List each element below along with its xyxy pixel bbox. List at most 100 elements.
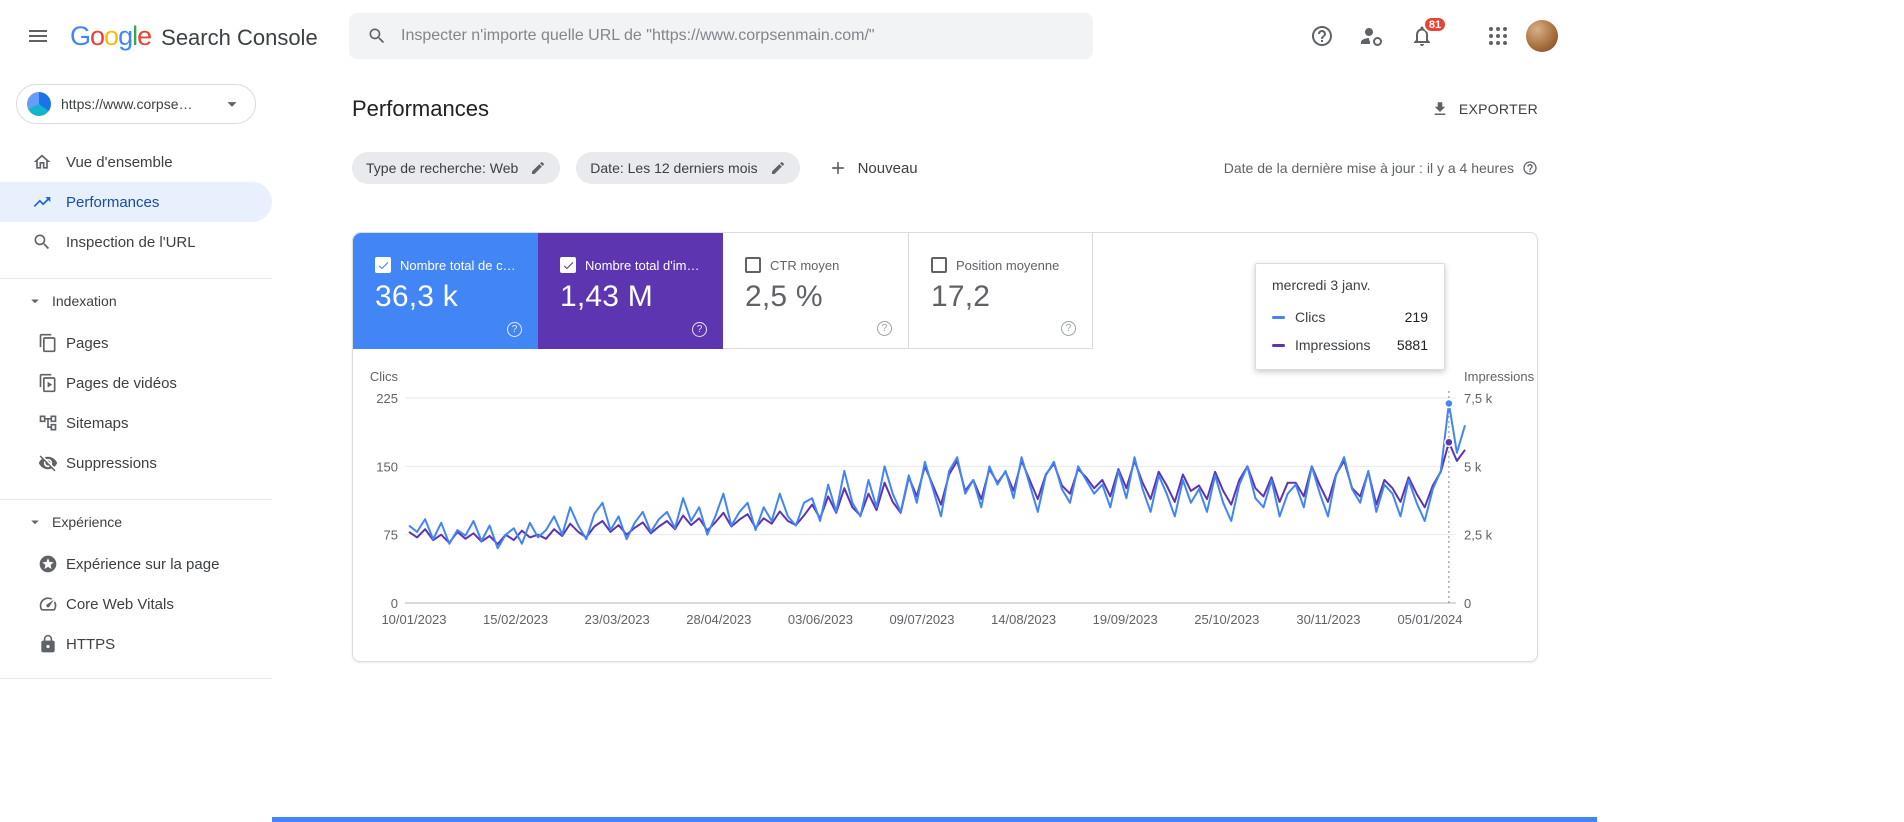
help-circle-icon[interactable] xyxy=(1522,160,1538,176)
metric-label: Nombre total d'im… xyxy=(585,257,700,273)
google-apps-button[interactable] xyxy=(1486,24,1510,48)
user-settings-icon xyxy=(1360,24,1384,48)
sidebar-item-sitemaps[interactable]: Sitemaps xyxy=(0,403,272,443)
filter-chip-label: Date: Les 12 derniers mois xyxy=(590,160,758,176)
url-inspection-input[interactable] xyxy=(401,27,1075,45)
metric-card-avg-ctr[interactable]: CTR moyen 2,5 % ? xyxy=(723,233,908,349)
checkbox-checked[interactable] xyxy=(560,257,576,273)
user-settings-button[interactable] xyxy=(1360,24,1384,48)
tooltip-date: mercredi 3 janv. xyxy=(1272,277,1371,293)
filter-chip-date-range[interactable]: Date: Les 12 derniers mois xyxy=(576,152,800,184)
sidebar-item-label: Inspection de l'URL xyxy=(66,233,196,251)
sidebar-item-label: Core Web Vitals xyxy=(66,595,174,613)
tooltip-label: Clics xyxy=(1295,309,1326,325)
sidebar-item-label: Vue d'ensemble xyxy=(66,153,173,171)
url-inspection-search-bar[interactable] xyxy=(349,13,1093,59)
svg-text:09/07/2023: 09/07/2023 xyxy=(889,612,954,627)
svg-text:150: 150 xyxy=(376,459,398,474)
metric-card-avg-position[interactable]: Position moyenne 17,2 ? xyxy=(908,233,1093,349)
metric-card-total-impressions[interactable]: Nombre total d'im… 1,43 M ? xyxy=(538,233,723,349)
property-selector[interactable]: https://www.corpse… xyxy=(16,84,256,124)
property-favicon xyxy=(27,92,51,116)
performance-card: Nombre total de c… 36,3 k ? Nombre total… xyxy=(352,232,1538,662)
tooltip-row-impressions: Impressions 5881 xyxy=(1272,331,1428,359)
export-button-label: EXPORTER xyxy=(1458,101,1538,117)
hamburger-icon xyxy=(26,24,50,48)
sidebar-section-indexation[interactable]: Indexation xyxy=(0,279,272,323)
sidebar-item-label: Pages de vidéos xyxy=(66,374,177,392)
sidebar-item-label: Suppressions xyxy=(66,454,157,472)
sidebar-item-label: Performances xyxy=(66,193,160,211)
sidebar-section-experience[interactable]: Expérience xyxy=(0,500,272,544)
metric-card-total-clicks[interactable]: Nombre total de c… 36,3 k ? xyxy=(353,233,538,349)
filter-chip-label: Type de recherche: Web xyxy=(366,160,519,176)
help-circle-icon[interactable]: ? xyxy=(1061,321,1076,336)
svg-text:75: 75 xyxy=(384,528,398,543)
lock-icon xyxy=(38,634,58,654)
sitemap-icon xyxy=(38,413,58,433)
metric-value: 2,5 % xyxy=(745,280,823,313)
sidebar-item-pages-videos[interactable]: Pages de vidéos xyxy=(0,363,272,403)
svg-text:0: 0 xyxy=(391,596,398,611)
search-icon xyxy=(367,26,387,46)
header-actions: 81 xyxy=(1310,0,1558,72)
svg-text:30/11/2023: 30/11/2023 xyxy=(1296,612,1360,627)
filter-chip-search-type[interactable]: Type de recherche: Web xyxy=(352,152,561,184)
search-console-logo[interactable]: G o o g l e Search Console xyxy=(70,21,318,52)
sidebar: https://www.corpse… Vue d'ensemble Perfo… xyxy=(0,72,272,822)
search-icon xyxy=(32,232,52,252)
chevron-down-icon xyxy=(221,93,243,115)
metric-value: 17,2 xyxy=(931,280,991,313)
notification-count-badge: 81 xyxy=(1423,16,1447,33)
last-update-text: Date de la dernière mise à jour : il y a… xyxy=(1223,160,1514,176)
pages-icon xyxy=(38,333,58,353)
tooltip-value: 219 xyxy=(1404,309,1428,325)
top-bar: G o o g l e Search Console 81 xyxy=(0,0,1904,72)
svg-text:Impressions: Impressions xyxy=(1464,369,1535,384)
clicks-legend-dash xyxy=(1272,315,1285,319)
notifications-button[interactable]: 81 xyxy=(1410,16,1447,48)
help-button[interactable] xyxy=(1310,24,1334,48)
svg-text:15/02/2023: 15/02/2023 xyxy=(483,612,548,627)
export-button[interactable]: EXPORTER xyxy=(1431,100,1538,118)
sidebar-item-performances[interactable]: Performances xyxy=(0,182,272,222)
sidebar-item-pages[interactable]: Pages xyxy=(0,323,272,363)
chevron-down-icon xyxy=(26,292,44,310)
help-circle-icon[interactable]: ? xyxy=(507,322,522,337)
impressions-legend-dash xyxy=(1272,343,1285,347)
checkbox-unchecked[interactable] xyxy=(745,257,761,273)
sidebar-item-label: Sitemaps xyxy=(66,414,129,432)
logo-letter: e xyxy=(137,20,152,51)
sidebar-nav: Vue d'ensemble Performances Inspection d… xyxy=(0,142,272,679)
help-circle-icon[interactable]: ? xyxy=(877,321,892,336)
performance-chart[interactable]: 0 0 75 2,5 k 150 5 k 225 7,5 k Clics Impressions 1… xyxy=(353,349,1539,661)
logo-letter: g xyxy=(118,20,133,51)
logo-product-name: Search Console xyxy=(161,24,318,50)
hamburger-menu-button[interactable] xyxy=(14,12,62,60)
tooltip-row-clicks: Clics 219 xyxy=(1272,303,1428,331)
svg-text:Clics: Clics xyxy=(370,369,399,384)
account-avatar[interactable] xyxy=(1526,20,1558,52)
svg-text:25/10/2023: 25/10/2023 xyxy=(1194,612,1259,627)
sidebar-item-label: HTTPS xyxy=(66,635,116,653)
sidebar-item-experience-page[interactable]: Expérience sur la page xyxy=(0,544,272,584)
sidebar-item-https[interactable]: HTTPS xyxy=(0,624,272,664)
last-update-info: Date de la dernière mise à jour : il y a… xyxy=(1224,160,1538,176)
sidebar-item-suppressions[interactable]: Suppressions xyxy=(0,443,272,483)
svg-text:7,5 k: 7,5 k xyxy=(1464,391,1493,406)
help-circle-icon[interactable]: ? xyxy=(692,322,707,337)
sidebar-item-core-web-vitals[interactable]: Core Web Vitals xyxy=(0,584,272,624)
home-icon xyxy=(32,152,52,172)
svg-text:19/09/2023: 19/09/2023 xyxy=(1093,612,1158,627)
checkbox-unchecked[interactable] xyxy=(931,257,947,273)
sidebar-item-vue-densemble[interactable]: Vue d'ensemble xyxy=(0,142,272,182)
svg-text:225: 225 xyxy=(376,391,398,406)
section-label: Indexation xyxy=(52,293,117,309)
sidebar-item-inspection-url[interactable]: Inspection de l'URL xyxy=(0,222,272,262)
page-experience-icon xyxy=(38,554,58,574)
svg-text:28/04/2023: 28/04/2023 xyxy=(686,612,751,627)
new-filter-button[interactable]: Nouveau xyxy=(828,158,918,178)
sidebar-item-label: Expérience sur la page xyxy=(66,555,220,573)
logo-letter: o xyxy=(90,20,105,51)
checkbox-checked[interactable] xyxy=(375,257,391,273)
